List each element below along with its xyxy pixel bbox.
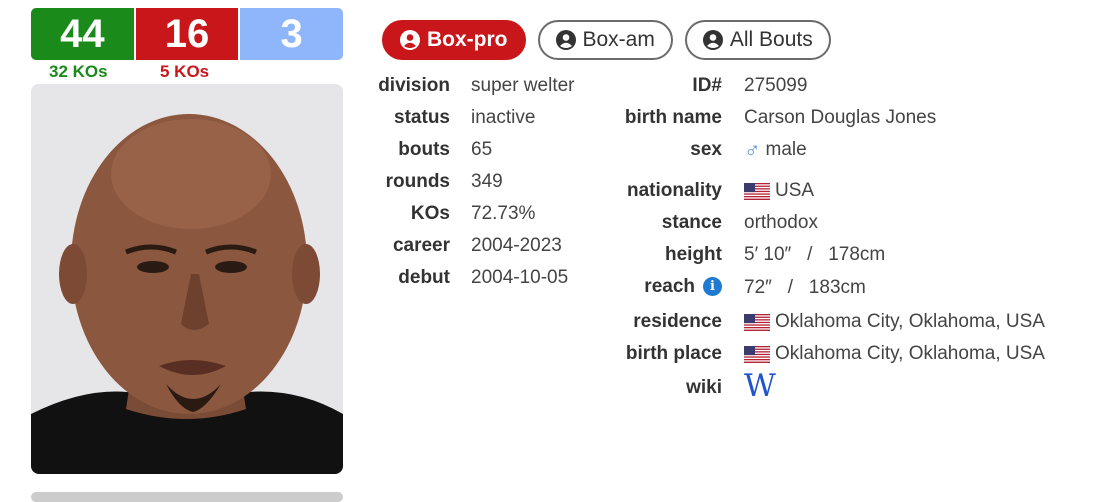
height-label: height xyxy=(665,244,722,265)
wiki-label: wiki xyxy=(686,377,722,398)
division-label: division xyxy=(378,75,450,96)
sex-value-group: ♂ male xyxy=(744,137,807,163)
bouts-value: 65 xyxy=(471,139,493,160)
id-label: ID# xyxy=(692,75,722,96)
rounds-value: 349 xyxy=(471,171,503,192)
reach-label: reach xyxy=(644,276,695,297)
nationality-value: USA xyxy=(775,180,815,201)
id-value: 275099 xyxy=(744,75,808,96)
height-value: 5′ 10″ / 178cm xyxy=(744,244,886,265)
career-summary-table: division super welter status inactive bo… xyxy=(0,0,1116,497)
residence-label: residence xyxy=(633,311,722,332)
bouts-label: bouts xyxy=(398,139,450,160)
info-icon[interactable]: i xyxy=(703,277,722,297)
birth-place-label: birth place xyxy=(625,343,722,364)
division-value: super welter xyxy=(471,75,575,96)
residence-value-group: Oklahoma City, Oklahoma, USA xyxy=(744,311,1045,333)
wikipedia-icon[interactable]: W xyxy=(744,368,776,404)
status-value: inactive xyxy=(471,107,536,128)
birth-name-value: Carson Douglas Jones xyxy=(744,107,937,128)
male-icon: ♂ xyxy=(744,137,761,162)
debut-label: debut xyxy=(398,267,450,288)
birth-name-label: birth name xyxy=(624,107,722,128)
us-flag-icon xyxy=(744,182,770,200)
reach-value: 72″ / 183cm xyxy=(744,277,866,298)
sex-label: sex xyxy=(690,139,722,160)
rounds-label: rounds xyxy=(385,171,450,192)
kos-label: KOs xyxy=(410,203,450,224)
career-value: 2004-2023 xyxy=(471,235,562,256)
residence-value: Oklahoma City, Oklahoma, USA xyxy=(775,311,1045,332)
birth-place-value: Oklahoma City, Oklahoma, USA xyxy=(775,343,1045,364)
birth-place-value-group: Oklahoma City, Oklahoma, USA xyxy=(744,343,1045,365)
kos-value: 72.73% xyxy=(471,203,536,224)
nationality-label: nationality xyxy=(626,180,722,201)
us-flag-icon xyxy=(744,313,770,331)
stance-value: orthodox xyxy=(744,212,818,233)
reach-label-group: reach i xyxy=(644,276,722,298)
us-flag-icon xyxy=(744,345,770,363)
sex-value: male xyxy=(765,139,807,160)
career-label: career xyxy=(392,235,450,256)
nationality-value-group: USA xyxy=(744,180,814,202)
stance-label: stance xyxy=(661,212,722,233)
status-label: status xyxy=(394,107,450,128)
debut-value: 2004-10-05 xyxy=(471,267,569,288)
